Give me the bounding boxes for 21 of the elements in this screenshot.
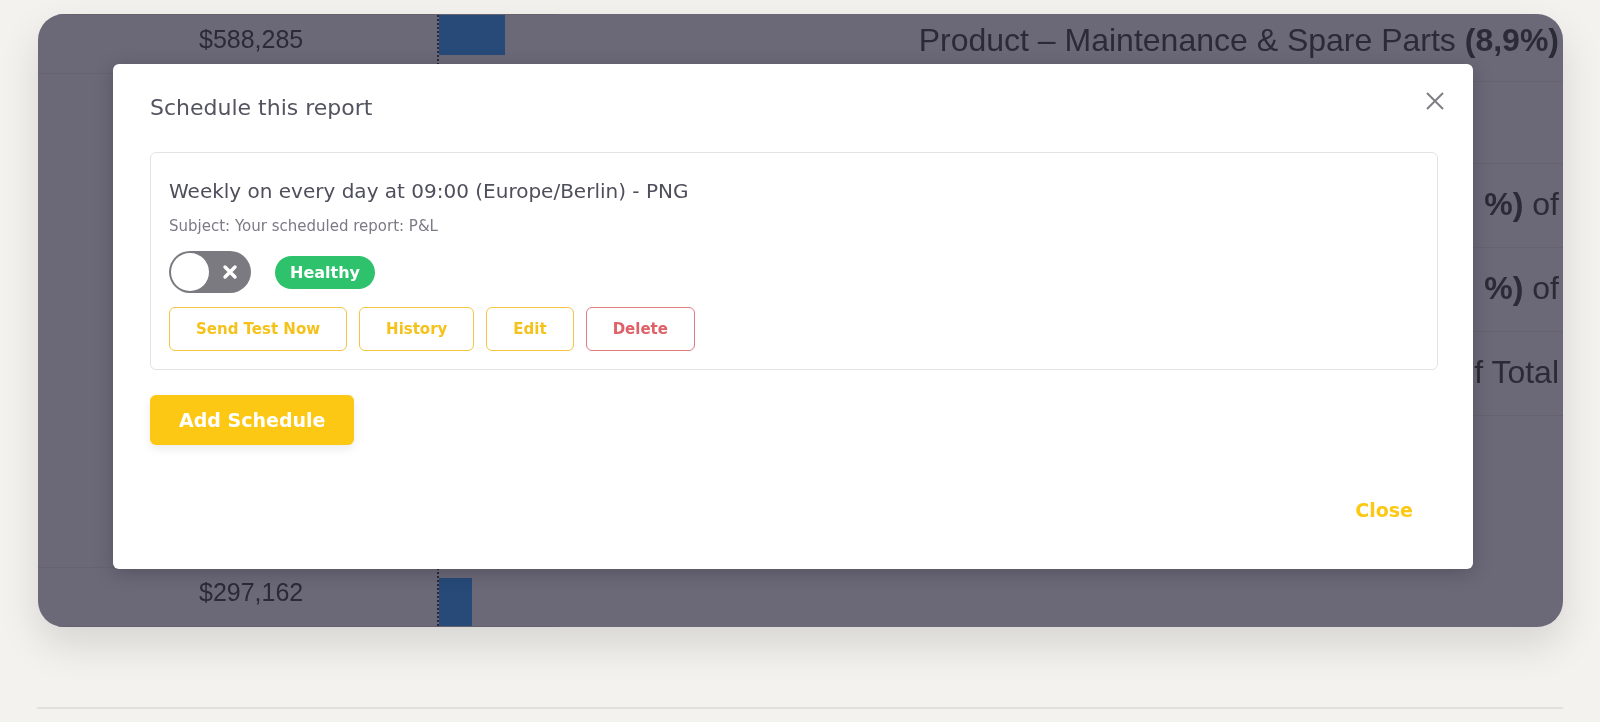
toggle-switch[interactable] bbox=[169, 251, 251, 293]
table-cell-text: $588,285 bbox=[198, 24, 305, 55]
action-button[interactable]: History bbox=[359, 307, 475, 351]
table-cell: Product – Maintenance & Spare Parts (8,9%) bbox=[918, 22, 1559, 58]
cross-icon bbox=[222, 264, 238, 280]
action-button[interactable]: Send Test Now bbox=[169, 307, 348, 351]
bar bbox=[438, 578, 472, 626]
add-schedule-button[interactable]: Add Schedule bbox=[150, 395, 355, 445]
action-button[interactable]: Edit bbox=[486, 307, 574, 351]
schedule-subject: Subject: Your scheduled report: P&L bbox=[169, 217, 439, 235]
close-button[interactable]: Close bbox=[1330, 493, 1438, 527]
action-button[interactable]: Delete bbox=[585, 307, 695, 351]
table-cell: f Total bbox=[1474, 354, 1559, 390]
table-cell-text: $297,162 bbox=[198, 577, 305, 608]
bar bbox=[438, 15, 505, 55]
dialog-title: Schedule this report bbox=[150, 95, 373, 120]
schedule-summary: Weekly on every day at 09:00 (Europe/Berlin) - PNG bbox=[169, 179, 690, 203]
table-cell: %) of bbox=[1484, 186, 1559, 222]
status-badge: Healthy bbox=[275, 255, 375, 289]
close-icon[interactable] bbox=[1426, 92, 1444, 110]
table-cell: %) of bbox=[1484, 270, 1559, 306]
